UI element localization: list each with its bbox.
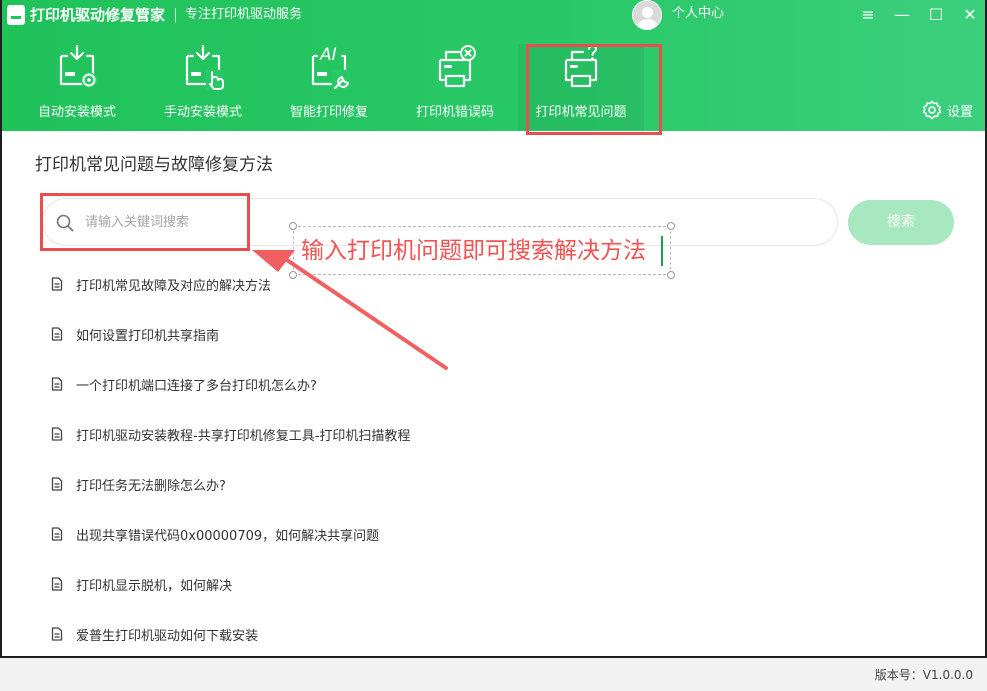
version-label: 版本号：V1.0.0.0 bbox=[874, 668, 973, 682]
annotation-arrow-icon bbox=[252, 250, 448, 370]
app-window: 打印机驱动修复管家 专注打印机驱动服务 个人中心 ≡ — ☐ ✕ 自动安装模式 bbox=[0, 0, 987, 658]
